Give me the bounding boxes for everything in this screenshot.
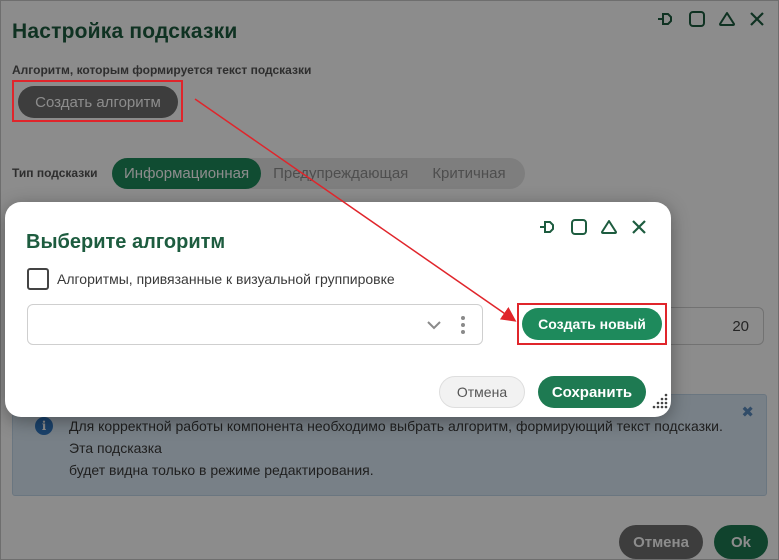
select-algorithm-modal: Выберите алгоритм Алгоритмы, привязанные… bbox=[5, 202, 671, 417]
modal-title: Выберите алгоритм bbox=[26, 231, 226, 253]
create-new-button[interactable]: Создать новый bbox=[522, 308, 662, 340]
kebab-menu-icon[interactable] bbox=[460, 315, 466, 340]
modal-save-button[interactable]: Сохранить bbox=[538, 376, 646, 408]
pin-icon[interactable] bbox=[538, 218, 558, 236]
chevron-down-icon[interactable] bbox=[426, 317, 442, 338]
checkbox-label: Алгоритмы, привязанные к визуальной груп… bbox=[57, 271, 395, 287]
maximize-icon[interactable] bbox=[570, 218, 588, 236]
collapse-icon[interactable] bbox=[600, 218, 618, 236]
modal-window-controls bbox=[538, 218, 648, 236]
visual-group-checkbox[interactable] bbox=[27, 268, 49, 290]
visual-group-checkbox-row[interactable]: Алгоритмы, привязанные к визуальной груп… bbox=[27, 268, 395, 290]
close-icon[interactable] bbox=[630, 218, 648, 236]
resize-grip-icon[interactable] bbox=[649, 390, 669, 415]
modal-cancel-button[interactable]: Отмена bbox=[439, 376, 525, 408]
algorithm-select[interactable] bbox=[27, 304, 483, 345]
